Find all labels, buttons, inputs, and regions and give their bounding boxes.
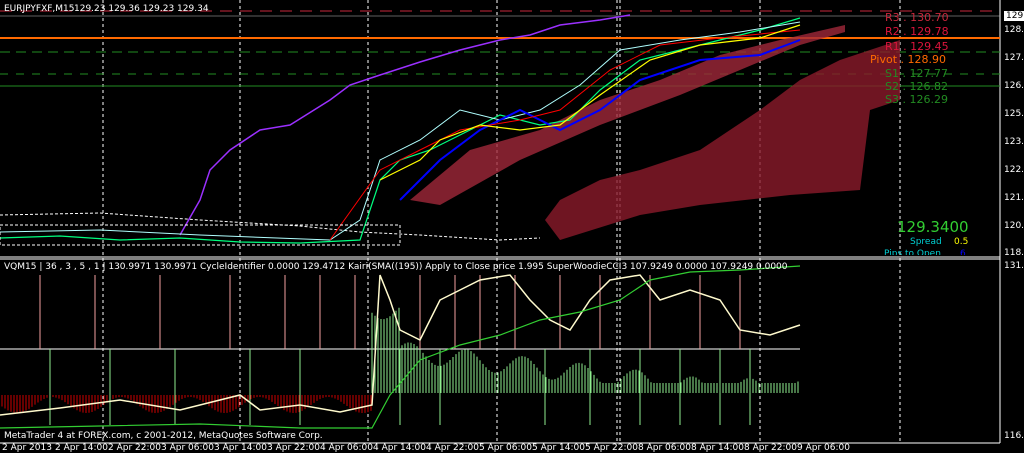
price-tick: 118.90 (1004, 248, 1024, 258)
chart-ohlc: 129.23 129.36 129.23 129.34 (74, 4, 209, 14)
price-tick: 123.75 (1004, 137, 1024, 147)
pivot-label: R2 (885, 25, 900, 38)
pivot-label: S3 (885, 93, 899, 106)
time-tick: 5 Apr 14:00 (532, 443, 585, 453)
chart-header: EURJPYFXF,M15 (4, 4, 75, 14)
pivot-label: R3 (885, 11, 900, 24)
time-tick: 8 Apr 14:00 (691, 443, 744, 453)
price-tick: 128.70 (1004, 25, 1024, 35)
time-tick: 5 Apr 22:00 (585, 443, 638, 453)
pivot-r2: R2 . 129.78 (885, 25, 949, 38)
price-tick: 122.55 (1004, 165, 1024, 175)
price-tick: 125.00 (1004, 109, 1024, 119)
pivot-r1: R1 . 129.45 (885, 40, 949, 53)
pivot-value: 130.70 (910, 11, 949, 24)
pips-to-open-value: 6 (960, 249, 966, 255)
pivot-value: 126.82 (909, 80, 948, 93)
time-tick: 9 Apr 06:00 (797, 443, 850, 453)
indicator-tick: 116.661 (1004, 431, 1024, 441)
pivot-pivot: Pivot . 128.90 (870, 53, 947, 66)
pivot-s3: S3 . 126.29 (885, 93, 948, 106)
pips-to-open-label: Pips to Open (884, 249, 941, 255)
pivot-value: 127.77 (909, 67, 948, 80)
pivot-value: 129.78 (910, 25, 949, 38)
time-tick: 4 Apr 14:00 (373, 443, 426, 453)
time-tick: 2 Apr 22:00 (108, 443, 161, 453)
time-tick: 2 Apr 14:00 (55, 443, 108, 453)
pivot-value: 128.90 (907, 53, 947, 66)
time-tick: 4 Apr 06:00 (320, 443, 373, 453)
pivot-label: R1 (885, 40, 900, 53)
pivot-label: Pivot (870, 53, 898, 66)
time-tick: 3 Apr 14:00 (214, 443, 267, 453)
time-tick: 3 Apr 06:00 (161, 443, 214, 453)
pivot-s1: S1 . 127.77 (885, 67, 948, 80)
time-tick: 5 Apr 06:00 (479, 443, 532, 453)
price-tick: 126.25 (1004, 81, 1024, 91)
time-tick: 3 Apr 22:00 (267, 443, 320, 453)
price-tick: 127.45 (1004, 53, 1024, 63)
spread-label: Spread (910, 237, 942, 247)
pivot-s2: S2 . 126.82 (885, 80, 948, 93)
pivot-r3: R3 . 130.70 (885, 11, 949, 24)
price-tick: 129.34 (1004, 11, 1024, 21)
cloud-edge (0, 212, 541, 241)
time-tick: 4 Apr 22:00 (426, 443, 479, 453)
pivot-label: S2 (885, 80, 899, 93)
current-price: 129.3400 (897, 218, 969, 236)
spread-value: 0.5 (954, 237, 969, 247)
indicator-header: VQM15 | 36 , 3 , 5 , 1 | 130.9971 130.99… (4, 262, 788, 272)
pivot-value: 126.29 (909, 93, 948, 106)
copyright: MetaTrader 4 at FOREX.com, c 2001-2012, … (4, 431, 323, 441)
pivot-value: 129.45 (910, 40, 949, 53)
time-tick: 8 Apr 22:00 (744, 443, 797, 453)
chart-canvas[interactable] (0, 0, 1024, 453)
price-tick: 121.30 (1004, 193, 1024, 203)
indicator-tick: 131.679 (1004, 261, 1024, 271)
time-tick: 8 Apr 06:00 (638, 443, 691, 453)
price-tick: 120.10 (1004, 221, 1024, 231)
time-tick: 2 Apr 2013 (2, 443, 52, 453)
pivot-label: S1 (885, 67, 899, 80)
